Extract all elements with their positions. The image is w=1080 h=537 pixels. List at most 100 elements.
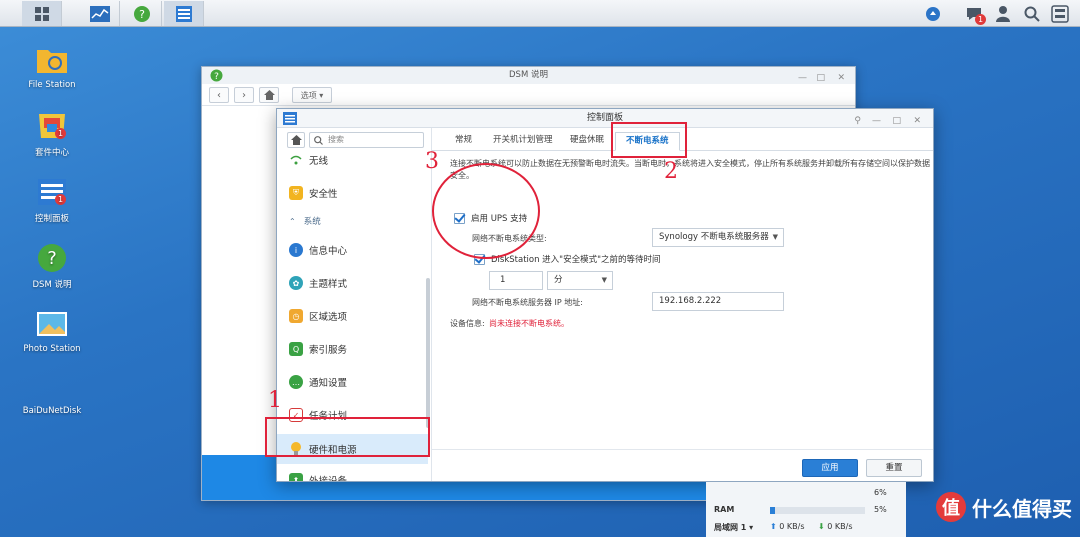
sidebar-item-label: 主题样式: [309, 279, 348, 290]
sidebar-item-regional[interactable]: ◷ 区域选项: [289, 303, 419, 329]
upload-status-button[interactable]: [922, 3, 944, 25]
annotation-circle-3: [432, 163, 540, 259]
wait-unit-value: 分: [554, 275, 563, 285]
upload-rate-value: 0 KB/s: [779, 522, 805, 531]
desktop-icon-baidunetdisk[interactable]: BaiDuNetDisk: [16, 406, 88, 416]
info-icon: i: [289, 243, 303, 257]
control-panel-taskbar-button[interactable]: [164, 1, 204, 26]
ram-percent: 5%: [874, 505, 887, 514]
desktop-icon-label: Photo Station: [23, 344, 81, 354]
sidebar-scrollbar[interactable]: [426, 278, 430, 428]
chevron-right-icon: ›: [242, 89, 246, 101]
user-icon: [996, 6, 1010, 22]
tab-hdd-hibernation[interactable]: 硬盘休眠: [570, 132, 604, 151]
server-ip-label: 网络不断电系统服务器 IP 地址:: [472, 298, 583, 307]
wait-time-input[interactable]: 1: [489, 271, 543, 290]
tab-power-schedule[interactable]: 开关机计划管理: [493, 132, 553, 151]
sidebar-section-label: 系统: [303, 217, 321, 227]
control-panel-badge: 1: [55, 194, 66, 205]
home-button[interactable]: [259, 87, 279, 103]
dsm-help-button[interactable]: ?: [122, 1, 162, 26]
notifications-button[interactable]: 1: [963, 3, 986, 25]
cpu-percent: 6%: [874, 488, 887, 497]
upload-icon: ⬆: [289, 473, 303, 481]
arrow-up-icon: ⬆: [770, 522, 777, 531]
download-rate-value: 0 KB/s: [827, 522, 853, 531]
sidebar-item-notification[interactable]: … 通知设置: [289, 369, 419, 395]
sidebar-item-info-center[interactable]: i 信息中心: [289, 237, 419, 263]
home-button[interactable]: [287, 132, 305, 148]
help-window-titlebar: ? DSM 说明 — □ ✕: [202, 67, 855, 84]
sidebar-item-label: 区域选项: [309, 312, 348, 323]
chevron-down-icon: ▼: [601, 276, 607, 284]
desktop-icon-label: 控制面板: [34, 214, 69, 224]
svg-text:?: ?: [139, 8, 145, 21]
widgets-icon: [1051, 5, 1069, 23]
annotation-number-3: 3: [425, 149, 439, 174]
search-input[interactable]: 搜索: [309, 132, 424, 148]
reset-button[interactable]: 重置: [866, 459, 922, 477]
help-icon: ?: [210, 69, 223, 82]
annotation-number-1: 1: [268, 388, 282, 413]
taskbar: ? 1: [0, 0, 1080, 27]
arrow-down-icon: ⬇: [818, 522, 825, 531]
server-ip-value: 192.168.2.222: [659, 296, 722, 306]
sidebar-item-indexing[interactable]: Q 索引服务: [289, 336, 419, 362]
options-dropdown[interactable]: 选项 ▾: [292, 87, 332, 103]
home-icon: [263, 90, 275, 100]
sidebar-item-label: 外接设备: [309, 473, 347, 481]
resource-monitor-button[interactable]: [80, 1, 120, 26]
control-panel-icon: [283, 112, 297, 125]
chart-icon: [89, 5, 110, 22]
search-icon: [1024, 6, 1040, 22]
user-button[interactable]: [992, 3, 1014, 25]
desktop-icon-file-station[interactable]: File Station: [16, 44, 88, 90]
desktop-icon-label: DSM 说明: [32, 280, 72, 290]
chat-icon: …: [289, 375, 303, 389]
wait-unit-select[interactable]: 分 ▼: [547, 271, 613, 290]
sidebar-item-label: 索引服务: [309, 345, 348, 356]
photo-icon: [35, 308, 69, 340]
home-icon: [290, 135, 302, 145]
back-button[interactable]: ‹: [209, 87, 229, 103]
sidebar-section-system[interactable]: ⌃ 系统: [289, 208, 419, 234]
search-button[interactable]: [1021, 3, 1043, 25]
clock-icon: ◷: [289, 309, 303, 323]
chevron-down-icon: ▼: [772, 233, 778, 241]
search-index-icon: Q: [289, 342, 303, 356]
annotation-box-2: [611, 122, 687, 158]
grid-icon: [34, 6, 49, 21]
sidebar-item-wireless[interactable]: 无线: [289, 153, 419, 167]
desktop-icon-label: File Station: [28, 80, 76, 90]
annotation-number-2: 2: [664, 159, 678, 184]
main-menu-button[interactable]: [22, 1, 62, 26]
help-window-title: DSM 说明: [509, 70, 548, 80]
help-icon: ?: [133, 5, 150, 22]
search-icon: [314, 136, 323, 145]
desktop-icon-dsm-help[interactable]: ? DSM 说明: [16, 242, 88, 290]
desktop-icon-package-center[interactable]: 1 套件中心: [16, 110, 88, 158]
sidebar-item-security[interactable]: ⛨ 安全性: [289, 180, 419, 206]
package-badge: 1: [55, 128, 66, 139]
sidebar-item-theme[interactable]: ✿ 主题样式: [289, 270, 419, 296]
server-ip-input[interactable]: 192.168.2.222: [652, 292, 784, 311]
wait-time-value: 1: [500, 275, 506, 285]
ram-bar-fill: [770, 507, 775, 514]
sidebar-item-external-devices[interactable]: ⬆ 外接设备: [289, 467, 419, 481]
sidebar-item-label: 安全性: [309, 189, 338, 200]
tab-general[interactable]: 常规: [455, 132, 472, 151]
control-panel-titlebar: 控制面板 ⚲ — □ ✕: [277, 109, 933, 128]
apply-button[interactable]: 应用: [802, 459, 858, 477]
watermark: 值 什么值得买: [936, 492, 1072, 522]
widgets-button[interactable]: [1049, 3, 1071, 25]
ups-type-select[interactable]: Synology 不断电系统服务器 ▼: [652, 228, 784, 247]
ram-label: RAM: [714, 505, 735, 514]
safe-mode-label: DiskStation 进入"安全模式"之前的等待时间: [491, 255, 661, 265]
folder-icon: [35, 44, 69, 76]
ups-type-value: Synology 不断电系统服务器: [659, 232, 769, 242]
desktop-icon-photo-station[interactable]: Photo Station: [16, 308, 88, 354]
forward-button[interactable]: ›: [234, 87, 254, 103]
desktop-icon-label: BaiDuNetDisk: [22, 406, 82, 416]
desktop-icon-control-panel[interactable]: 1 控制面板: [16, 176, 88, 224]
device-info-label: 设备信息:: [450, 319, 485, 328]
